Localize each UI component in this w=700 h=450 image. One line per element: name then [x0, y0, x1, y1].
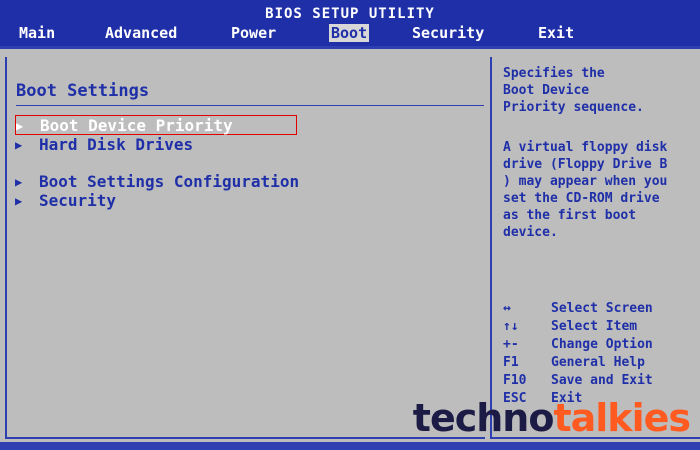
legend-action: Change Option	[551, 337, 653, 352]
top-bar: BIOS SETUP UTILITY Main Advanced Power B…	[0, 0, 700, 46]
f1-key: F1	[503, 355, 519, 370]
menu-item-label: Hard Disk Drives	[39, 135, 194, 154]
watermark-text-part-2: talkies	[553, 396, 691, 440]
legend-action: Select Item	[551, 319, 638, 334]
legend-row-general-help: F1 General Help	[503, 354, 653, 372]
watermark-text-part-1: techno	[412, 396, 555, 440]
menu-item-label: Security	[39, 191, 117, 210]
menu-item-boot-device-priority[interactable]: ▶ Boot Device Priority	[15, 115, 297, 135]
menu-item-security[interactable]: ▶ Security	[15, 191, 116, 211]
triangle-right-icon: ▶	[15, 138, 23, 152]
keyboard-legend: ↔ Select Screen ↑↓ Select Item +- Change Op…	[503, 300, 653, 408]
tab-power[interactable]: Power	[229, 24, 278, 42]
triangle-right-icon: ▶	[15, 194, 23, 208]
legend-row-select-item: ↑↓ Select Item	[503, 318, 653, 336]
watermark-logo: technotalkies	[412, 396, 691, 440]
legend-row-select-screen: ↔ Select Screen	[503, 300, 653, 318]
settings-panel: Boot Settings ▶ Boot Device Priority ▶ Har…	[5, 57, 485, 439]
menu-item-label: Boot Device Priority	[40, 116, 233, 135]
tab-security[interactable]: Security	[410, 24, 486, 42]
bios-setup-screen: BIOS SETUP UTILITY Main Advanced Power B…	[0, 0, 700, 450]
legend-action: Save and Exit	[551, 373, 653, 388]
tab-main[interactable]: Main	[17, 24, 57, 42]
triangle-right-icon: ▶	[16, 119, 24, 133]
help-panel: Specifies the Boot Device Priority seque…	[490, 57, 700, 439]
up-down-arrow-icon: ↑↓	[503, 319, 519, 334]
menu-item-hard-disk-drives[interactable]: ▶ Hard Disk Drives	[15, 135, 193, 155]
content-area: Boot Settings ▶ Boot Device Priority ▶ Har…	[0, 46, 700, 450]
triangle-right-icon: ▶	[15, 175, 23, 189]
legend-row-change-option: +- Change Option	[503, 336, 653, 354]
section-divider	[16, 105, 484, 106]
menu-item-boot-settings-configuration[interactable]: ▶ Boot Settings Configuration	[15, 172, 299, 192]
plus-minus-key: +-	[503, 337, 519, 352]
window-title: BIOS SETUP UTILITY	[265, 6, 435, 22]
menu-item-label: Boot Settings Configuration	[39, 172, 300, 191]
tab-exit[interactable]: Exit	[536, 24, 576, 42]
left-right-arrow-icon: ↔	[503, 301, 511, 316]
tab-boot[interactable]: Boot	[329, 24, 370, 42]
f10-key: F10	[503, 373, 527, 388]
legend-action: Select Screen	[551, 301, 653, 316]
bottom-border	[0, 442, 700, 450]
legend-action: General Help	[551, 355, 645, 370]
help-text-secondary: A virtual floppy disk drive (Floppy Driv…	[503, 140, 668, 240]
legend-row-save-exit: F10 Save and Exit	[503, 372, 653, 390]
tab-advanced[interactable]: Advanced	[103, 24, 179, 42]
section-title: Boot Settings	[16, 81, 150, 101]
help-text-primary: Specifies the Boot Device Priority seque…	[503, 66, 644, 115]
